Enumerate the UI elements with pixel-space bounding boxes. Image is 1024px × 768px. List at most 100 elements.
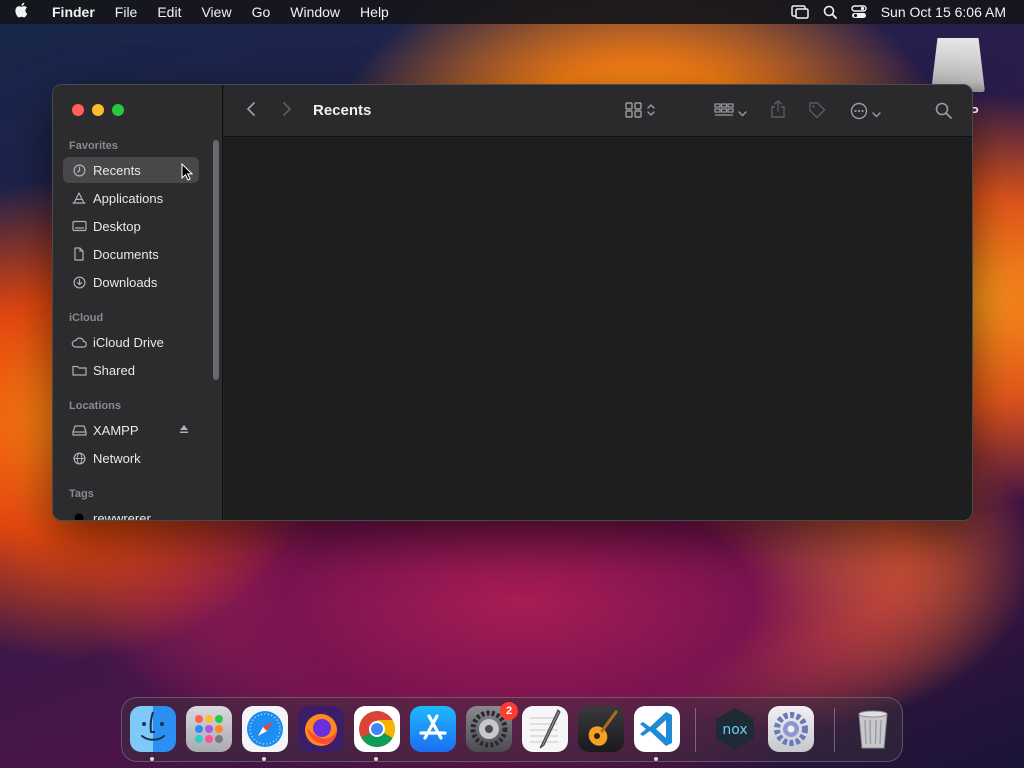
chevron-left-icon [246, 101, 256, 122]
sidebar-item-label: iCloud Drive [93, 334, 164, 350]
control-center-icon[interactable] [851, 5, 867, 19]
ellipsis-circle-icon [850, 102, 868, 125]
running-indicator [150, 757, 154, 761]
launchpad-icon[interactable] [186, 706, 232, 752]
shared-folder-icon [71, 362, 87, 378]
sidebar-item-documents[interactable]: Documents [63, 241, 199, 267]
sidebar-item-label: Applications [93, 190, 164, 206]
finder-icon[interactable] [130, 706, 176, 752]
globe-icon [71, 450, 87, 466]
menu-view[interactable]: View [191, 0, 241, 24]
chevron-updown-icon [647, 103, 655, 122]
app-store-icon[interactable] [410, 706, 456, 752]
zoom-button[interactable] [112, 104, 124, 116]
menu-bar: Finder File Edit View Go Window Help Sun… [0, 0, 1024, 24]
window-controls [72, 104, 124, 116]
sidebar-item-downloads[interactable]: Downloads [63, 269, 199, 295]
settings-gear-icon[interactable] [768, 706, 814, 752]
svg-text:nox: nox [722, 722, 747, 738]
sidebar-item-label: Shared [93, 362, 135, 378]
firefox-icon[interactable] [298, 706, 344, 752]
sidebar-item-label: rewwrerer [93, 510, 151, 521]
chrome-icon[interactable] [354, 706, 400, 752]
finder-sidebar: Favorites Recents Applications Desktop D… [53, 85, 223, 520]
vscode-icon[interactable] [634, 706, 680, 752]
nox-icon[interactable]: nox [712, 706, 758, 752]
running-indicator [374, 757, 378, 761]
desktop-icon [71, 218, 87, 234]
sidebar-item-recents[interactable]: Recents [63, 157, 199, 183]
finder-window: Favorites Recents Applications Desktop D… [52, 84, 973, 521]
sidebar-item-label: XAMPP [93, 422, 139, 438]
drive-icon [71, 422, 87, 438]
dock: 2 nox [121, 697, 903, 762]
menu-clock[interactable]: Sun Oct 15 6:06 AM [881, 4, 1006, 20]
sidebar-item-label: Network [93, 450, 141, 466]
dock-separator [834, 708, 835, 752]
tag-icon [808, 101, 826, 124]
sidebar-item-network[interactable]: Network [63, 445, 199, 471]
sidebar-item-applications[interactable]: Applications [63, 185, 199, 211]
group-grid-icon [714, 103, 734, 122]
close-button[interactable] [72, 104, 84, 116]
menu-help[interactable]: Help [350, 0, 399, 24]
icon-grid-icon [625, 102, 643, 123]
more-actions-button[interactable] [850, 102, 881, 125]
menu-edit[interactable]: Edit [147, 0, 191, 24]
chevron-right-icon [282, 101, 292, 122]
document-icon [71, 246, 87, 262]
icloud-header: iCloud [69, 312, 104, 324]
running-indicator [654, 757, 658, 761]
textedit-icon[interactable] [522, 706, 568, 752]
tags-button[interactable] [808, 101, 826, 124]
favorites-header: Favorites [69, 140, 118, 152]
sidebar-item-label: Desktop [93, 218, 141, 234]
menu-app-name[interactable]: Finder [42, 0, 105, 24]
applications-icon [71, 190, 87, 206]
eject-icon[interactable] [179, 424, 189, 437]
locations-header: Locations [69, 400, 121, 412]
chevron-down-icon [872, 105, 881, 123]
notification-badge: 2 [500, 702, 518, 720]
finder-content-area[interactable] [224, 138, 972, 520]
sidebar-item-label: Documents [93, 246, 159, 262]
view-mode-button[interactable] [625, 102, 655, 123]
window-title: Recents [313, 102, 372, 119]
sidebar-item-xampp[interactable]: XAMPP [63, 417, 199, 443]
tags-header: Tags [69, 488, 94, 500]
share-button[interactable] [770, 100, 786, 123]
back-button[interactable] [246, 101, 256, 122]
mouse-pointer-icon [181, 162, 194, 186]
sidebar-item-desktop[interactable]: Desktop [63, 213, 199, 239]
running-indicator [262, 757, 266, 761]
menu-go[interactable]: Go [242, 0, 281, 24]
clock-icon [71, 162, 87, 178]
dock-separator [695, 708, 696, 752]
download-icon [71, 274, 87, 290]
tag-color-dot-icon [71, 510, 87, 520]
sidebar-item-icloud-drive[interactable]: iCloud Drive [63, 329, 199, 355]
garageband-icon[interactable] [578, 706, 624, 752]
spotlight-search-icon[interactable] [823, 5, 837, 19]
sidebar-item-shared[interactable]: Shared [63, 357, 199, 383]
share-icon [770, 100, 786, 123]
search-icon [935, 102, 952, 124]
sidebar-item-label: Downloads [93, 274, 158, 290]
sidebar-scrollbar[interactable] [213, 140, 219, 380]
sidebar-item-tag[interactable]: rewwrerer [63, 505, 199, 520]
minimize-button[interactable] [92, 104, 104, 116]
cloud-icon [71, 334, 87, 350]
screen-mirroring-icon[interactable] [790, 5, 809, 19]
chevron-down-icon [738, 104, 747, 122]
menu-file[interactable]: File [105, 0, 148, 24]
forward-button[interactable] [282, 101, 292, 122]
safari-icon[interactable] [242, 706, 288, 752]
apple-menu-icon[interactable] [0, 2, 42, 22]
trash-icon[interactable] [850, 706, 896, 752]
system-preferences-icon[interactable]: 2 [466, 702, 518, 752]
sidebar-item-label: Recents [93, 162, 141, 178]
finder-toolbar: Recents [224, 85, 972, 137]
menu-window[interactable]: Window [280, 0, 350, 24]
search-button[interactable] [935, 102, 952, 124]
group-by-button[interactable] [714, 103, 747, 122]
